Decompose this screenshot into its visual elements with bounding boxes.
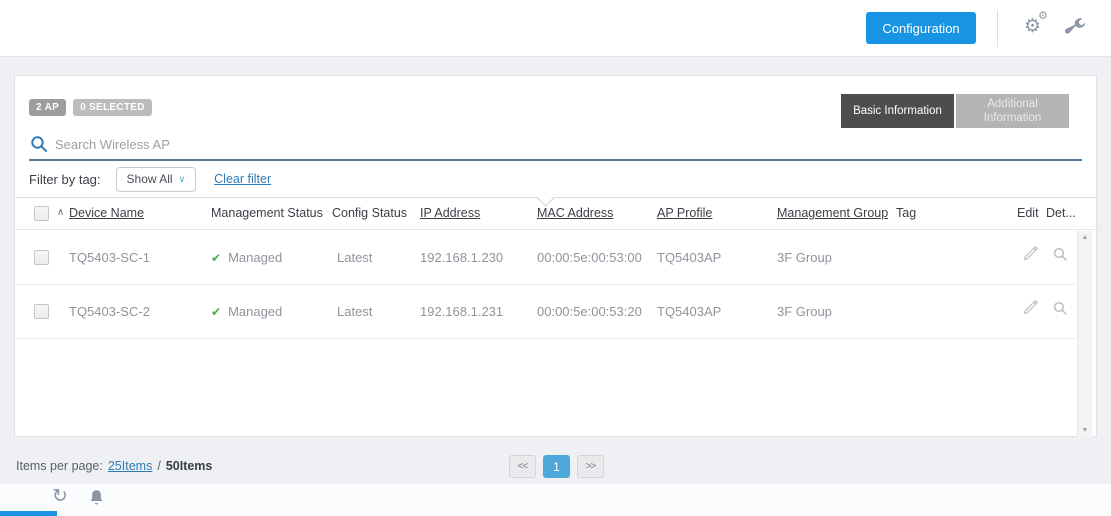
filter-row: Filter by tag: Show All ∨ Clear filter	[29, 166, 271, 192]
management-status-cell: ✔ Managed	[211, 304, 282, 319]
table-row: TQ5403-SC-1 ✔ Managed Latest 192.168.1.2…	[15, 231, 1076, 285]
managed-check-icon: ✔	[211, 251, 221, 265]
column-header-ip-address[interactable]: IP Address	[420, 206, 480, 220]
ap-count-badge: 2 AP	[29, 99, 66, 116]
column-header-mac-address[interactable]: MAC Address	[537, 206, 613, 220]
config-status-cell: Latest	[337, 304, 372, 319]
tag-filter-selected-value: Show All	[127, 172, 173, 186]
bottom-blue-strip	[0, 511, 57, 516]
wireless-ap-panel: 2 AP 0 SELECTED Basic Information Additi…	[14, 75, 1097, 437]
management-status-text: Managed	[228, 304, 282, 319]
table-scrollbar[interactable]: ▲ ▼	[1077, 231, 1092, 437]
column-header-tag: Tag	[896, 206, 916, 220]
pagination: << 1 >>	[509, 455, 604, 478]
management-status-text: Managed	[228, 250, 282, 265]
scroll-down-icon[interactable]: ▼	[1078, 427, 1092, 434]
ip-address-cell: 192.168.1.231	[420, 304, 503, 319]
toolbar-divider	[997, 10, 998, 47]
wrench-icon	[1064, 17, 1086, 39]
info-tabs: Basic Information Additional Information	[841, 94, 1069, 128]
table-row: TQ5403-SC-2 ✔ Managed Latest 192.168.1.2…	[15, 285, 1076, 339]
column-header-config-status: Config Status	[332, 206, 407, 220]
scroll-up-icon[interactable]: ▲	[1078, 234, 1092, 241]
edit-pencil-icon[interactable]	[1021, 246, 1038, 266]
top-toolbar: Configuration ⚙ ⚙	[0, 0, 1111, 57]
details-magnifier-icon[interactable]	[1053, 301, 1068, 319]
column-header-management-status: Management Status	[211, 206, 323, 220]
tools-wrench-icon[interactable]	[1064, 17, 1088, 41]
device-name-cell: TQ5403-SC-2	[69, 304, 150, 319]
chevron-down-icon: ∨	[179, 174, 186, 185]
items-per-page: Items per page: 25Items / 50Items	[16, 459, 212, 473]
details-magnifier-icon[interactable]	[1053, 247, 1068, 265]
gear-small-icon: ⚙	[1038, 11, 1048, 22]
items-per-page-label: Items per page:	[16, 459, 103, 473]
clear-filter-link[interactable]: Clear filter	[214, 172, 271, 186]
settings-gears-icon[interactable]: ⚙ ⚙	[1022, 13, 1052, 43]
management-group-cell: 3F Group	[777, 250, 832, 265]
notification-bell-icon[interactable]	[88, 489, 106, 507]
row-checkbox[interactable]	[34, 304, 49, 319]
filter-by-tag-label: Filter by tag:	[29, 172, 101, 187]
tab-additional-information[interactable]: Additional Information	[956, 94, 1069, 128]
bottom-toolbar: ↻	[0, 484, 1111, 516]
column-header-details: Det...	[1046, 206, 1076, 220]
sort-ascending-icon: ∧	[57, 207, 64, 218]
column-header-edit: Edit	[1017, 206, 1039, 220]
managed-check-icon: ✔	[211, 305, 221, 319]
tag-filter-dropdown[interactable]: Show All ∨	[116, 167, 197, 192]
selected-count-badge: 0 SELECTED	[73, 99, 152, 116]
items-per-page-separator: /	[157, 459, 160, 473]
configuration-button[interactable]: Configuration	[866, 12, 976, 44]
search-icon	[30, 135, 48, 153]
management-status-cell: ✔ Managed	[211, 250, 282, 265]
search-input[interactable]	[55, 133, 995, 155]
refresh-icon[interactable]: ↻	[52, 485, 68, 508]
edit-pencil-icon[interactable]	[1021, 300, 1038, 320]
config-status-cell: Latest	[337, 250, 372, 265]
ap-profile-cell: TQ5403AP	[657, 304, 721, 319]
tab-basic-information[interactable]: Basic Information	[841, 94, 954, 128]
mac-address-cell: 00:00:5e:00:53:20	[537, 304, 642, 319]
selection-badges: 2 AP 0 SELECTED	[29, 99, 152, 116]
pagination-page-1-button[interactable]: 1	[543, 455, 570, 478]
management-group-cell: 3F Group	[777, 304, 832, 319]
device-name-cell: TQ5403-SC-1	[69, 250, 150, 265]
ap-profile-cell: TQ5403AP	[657, 250, 721, 265]
items-per-page-50: 50Items	[166, 459, 213, 473]
items-per-page-25-link[interactable]: 25Items	[108, 459, 152, 473]
search-underline	[29, 159, 1082, 161]
pagination-prev-button[interactable]: <<	[509, 455, 536, 478]
pagination-next-button[interactable]: >>	[577, 455, 604, 478]
column-header-device-name[interactable]: Device Name	[69, 206, 144, 220]
ip-address-cell: 192.168.1.230	[420, 250, 503, 265]
select-all-checkbox[interactable]	[34, 206, 49, 221]
app-window: Configuration ⚙ ⚙ 2 AP 0 SELECTED Basic …	[0, 0, 1111, 516]
column-header-ap-profile[interactable]: AP Profile	[657, 206, 712, 220]
column-header-management-group[interactable]: Management Group	[777, 206, 888, 220]
mac-address-cell: 00:00:5e:00:53:00	[537, 250, 642, 265]
table-header-row: ∧ Device Name Management Status Config S…	[15, 198, 1098, 230]
row-checkbox[interactable]	[34, 250, 49, 265]
